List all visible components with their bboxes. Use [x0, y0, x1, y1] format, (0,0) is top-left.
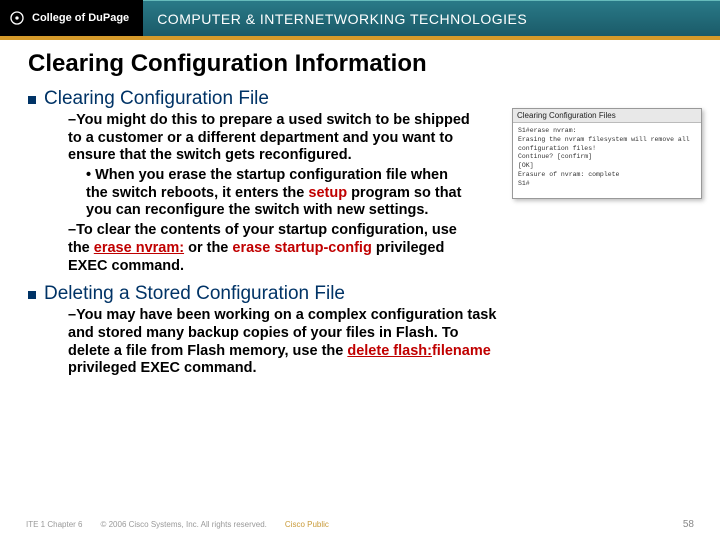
- footer-chapter: ITE 1 Chapter 6: [26, 520, 82, 529]
- header-program-title: COMPUTER & INTERNETWORKING TECHNOLOGIES: [157, 11, 527, 27]
- paragraph: –To clear the contents of your startup c…: [68, 222, 478, 275]
- footer-copyright: © 2006 Cisco Systems, Inc. All rights re…: [100, 520, 266, 529]
- text-run: privileged EXEC command.: [68, 360, 257, 376]
- slide-title: Clearing Configuration Information: [28, 50, 692, 78]
- header-left: College of DuPage: [0, 0, 129, 36]
- text-run: or the: [184, 240, 232, 256]
- section-heading-text: Clearing Configuration File: [44, 88, 269, 110]
- section: Deleting a Stored Configuration File–You…: [28, 283, 692, 378]
- section-heading: Clearing Configuration File: [28, 88, 692, 110]
- terminal-title: Clearing Configuration Files: [513, 109, 701, 123]
- text-run: –You might do this to prepare a used swi…: [68, 112, 470, 163]
- highlight-text: erase startup-config: [232, 240, 371, 256]
- sub-bullet: • When you erase the startup configurati…: [86, 167, 466, 220]
- header-right: COMPUTER & INTERNETWORKING TECHNOLOGIES: [143, 0, 720, 36]
- bullet-square-icon: [28, 291, 36, 299]
- highlight-text: filename: [432, 343, 491, 359]
- header-bar: College of DuPage COMPUTER & INTERNETWOR…: [0, 0, 720, 36]
- footer: ITE 1 Chapter 6 © 2006 Cisco Systems, In…: [26, 519, 694, 530]
- terminal-body: S1#erase nvram: Erasing the nvram filesy…: [513, 123, 701, 198]
- section-heading-text: Deleting a Stored Configuration File: [44, 283, 345, 305]
- highlight-text: delete flash:: [347, 343, 432, 359]
- highlight-text: setup: [308, 185, 347, 201]
- section-heading: Deleting a Stored Configuration File: [28, 283, 692, 305]
- bullet-square-icon: [28, 96, 36, 104]
- college-name: College of DuPage: [32, 12, 129, 24]
- college-logo-icon: [8, 9, 26, 27]
- section-body: –You may have been working on a complex …: [68, 307, 692, 378]
- slide-content: Clearing Configuration Information Clear…: [0, 40, 720, 378]
- footer-accent: Cisco Public: [285, 520, 329, 529]
- paragraph: –You might do this to prepare a used swi…: [68, 112, 478, 165]
- paragraph: –You may have been working on a complex …: [68, 307, 498, 378]
- footer-page: 58: [683, 519, 694, 530]
- highlight-text: erase nvram:: [94, 240, 184, 256]
- terminal-screenshot: Clearing Configuration Files S1#erase nv…: [512, 108, 702, 199]
